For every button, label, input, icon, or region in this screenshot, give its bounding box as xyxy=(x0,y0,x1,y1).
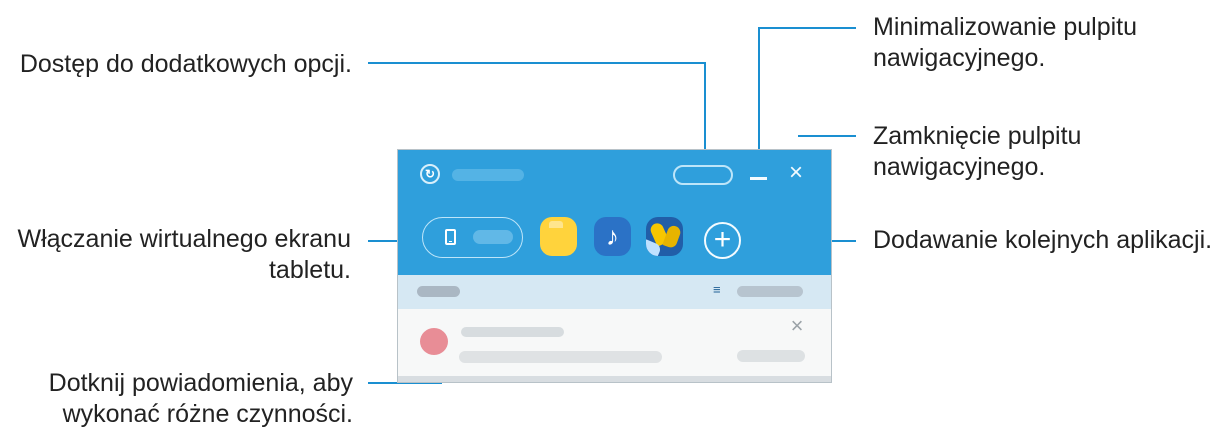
close-callout-line1: Zamknięcie pulpitu xyxy=(873,122,1082,150)
gallery-leaf-shape xyxy=(662,224,683,250)
tablet-icon xyxy=(445,229,456,245)
sort-icon[interactable]: ≡ xyxy=(713,283,730,296)
virtual-screen-label-placeholder xyxy=(473,230,513,244)
notification-time-placeholder xyxy=(737,350,805,362)
virtual-screen-callout: Włączanie wirtualnego ekranu tabletu. xyxy=(5,224,351,286)
folder-icon[interactable] xyxy=(540,217,577,256)
virtual-screen-callout-line2: tabletu. xyxy=(268,256,351,284)
gallery-leaf-icon[interactable] xyxy=(646,217,683,256)
notification-callout: Dotknij powiadomienia, aby wykonać różne… xyxy=(5,368,353,430)
minimize-callout-line-horizontal xyxy=(758,27,856,29)
more-options-callout: Dostęp do dodatkowych opcji. xyxy=(10,49,352,80)
panel-header: ↻ × ♪ + xyxy=(398,150,831,275)
notification-title-placeholder xyxy=(461,327,564,337)
add-apps-callout: Dodawanie kolejnych aplikacji. xyxy=(873,225,1213,256)
close-callout-line xyxy=(798,135,856,137)
plus-icon[interactable]: + xyxy=(704,222,741,259)
minimize-callout-line-vertical xyxy=(758,27,760,163)
close-callout-line2: nawigacyjnego. xyxy=(873,153,1046,181)
virtual-screen-callout-line1: Włączanie wirtualnego ekranu xyxy=(17,225,351,253)
sync-logo-icon: ↻ xyxy=(420,164,440,184)
notification-item[interactable]: × xyxy=(398,309,831,376)
navigation-panel: ↻ × ♪ + ≡ × xyxy=(397,149,832,383)
sort-label-placeholder[interactable] xyxy=(737,286,803,297)
panel-title-placeholder xyxy=(452,169,524,181)
notification-callout-line1: Dotknij powiadomienia, aby xyxy=(48,369,353,397)
virtual-tablet-screen-button[interactable] xyxy=(422,217,523,258)
notification-app-icon xyxy=(420,328,448,355)
add-apps-callout-text: Dodawanie kolejnych aplikacji. xyxy=(873,226,1213,254)
close-icon[interactable]: × xyxy=(787,161,805,185)
minimize-callout-line2: nawigacyjnego. xyxy=(873,44,1046,72)
more-options-callout-line-horizontal xyxy=(368,62,706,64)
minimize-icon[interactable] xyxy=(750,177,767,180)
notification-text-placeholder xyxy=(459,351,662,363)
close-icon[interactable]: × xyxy=(789,315,805,337)
notification-toolbar: ≡ xyxy=(398,275,831,309)
music-note-icon[interactable]: ♪ xyxy=(594,217,631,256)
minimize-callout: Minimalizowanie pulpitu nawigacyjnego. xyxy=(873,12,1203,74)
panel-bottom-divider xyxy=(398,376,831,382)
close-callout: Zamknięcie pulpitu nawigacyjnego. xyxy=(873,121,1173,183)
more-options-callout-text: Dostęp do dodatkowych opcji. xyxy=(19,50,352,78)
notification-callout-line2: wykonać różne czynności. xyxy=(62,400,353,428)
minimize-callout-line1: Minimalizowanie pulpitu xyxy=(873,13,1138,41)
more-options-button[interactable] xyxy=(673,165,733,185)
notification-count-placeholder xyxy=(417,286,460,297)
